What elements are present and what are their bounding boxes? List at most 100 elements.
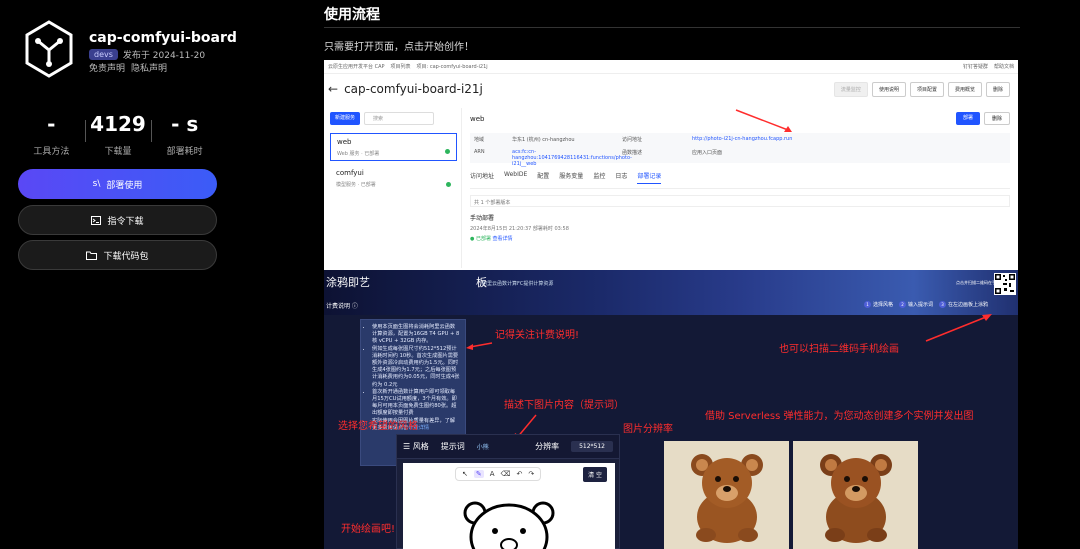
step-label: 在左边画板上涂鸦 [948, 302, 989, 308]
console-title-row: ← cap-comfyui-board-i21j [328, 82, 483, 96]
resolution-annotation: 图片分辨率 [623, 424, 673, 435]
usage-button[interactable]: 使用说明 [871, 82, 906, 97]
tab-logs[interactable]: 日志 [615, 171, 627, 184]
back-arrow-icon[interactable]: ← [328, 82, 338, 96]
legal-links: 免责声明 隐私声明 [89, 61, 167, 74]
result-gallery [664, 441, 918, 549]
deploy-button-label: 部署使用 [106, 180, 143, 191]
tab-access[interactable]: 访问地址 [470, 171, 494, 184]
privacy-link[interactable]: 隐私声明 [131, 61, 167, 74]
tab-monitor[interactable]: 监控 [593, 171, 605, 184]
step-label: 输入提示词 [908, 302, 934, 308]
billing-info-button[interactable]: 计费说明 ⓘ [326, 301, 358, 310]
step-number: 2 [899, 301, 907, 308]
page: cap-comfyui-board devs 发布于 2024-11-20 免责… [0, 0, 1080, 549]
select-tool-icon[interactable]: ↖ [462, 470, 468, 478]
bear-sketch-icon [463, 501, 555, 549]
service-sub: Web 服务 · 已部署 [337, 151, 380, 157]
access-url-link[interactable]: http://photo-i21j-cn-hangzhou.fcapp.run [692, 136, 1006, 143]
clear-canvas-button[interactable]: 清 空 [583, 467, 607, 482]
section-title: 使用流程 [324, 7, 380, 23]
app-name: cap-comfyui-board [89, 30, 237, 46]
console-topbar: 云原生应用开发平台 CAP 项目列表 项目: cap-comfyui-board… [324, 60, 1018, 74]
service-deploy-button[interactable]: 部署 [955, 112, 980, 125]
drawing-canvas[interactable]: ↖ ✎ A ⌫ ↶ ↷ 清 空 [403, 463, 615, 549]
tooltip-line: 例如生成每张图尺寸约512*512预计消耗时间约 10秒。首次生成图片需要额外资… [372, 346, 460, 389]
prompt-input[interactable]: 小熊 [477, 442, 489, 451]
code-download-label: 下载代码包 [103, 251, 149, 262]
stat-label: 下载量 [104, 147, 132, 157]
serverless-annotation: 借助 Serverless 弹性能力，为您动态创建多个实例并发出图 [705, 411, 974, 422]
tab-variables[interactable]: 服务变量 [559, 171, 583, 184]
teddy-bear-icon [820, 454, 892, 543]
service-card-comfyui[interactable]: comfyui 模型服务 · 已部署 [330, 165, 457, 193]
service-delete-button[interactable]: 删除 [983, 112, 1010, 125]
tab-config[interactable]: 配置 [537, 171, 549, 184]
meta-row: devs 发布于 2024-11-20 [89, 48, 205, 61]
tab-webide[interactable]: WebIDE [504, 171, 527, 184]
disclaimer-link[interactable]: 免责声明 [89, 61, 125, 74]
qr-annotation: 也可以扫描二维码手机绘画 [779, 344, 899, 355]
breadcrumb-item[interactable]: 云原生应用开发平台 CAP [328, 63, 385, 70]
status-dot-icon [446, 182, 451, 187]
stat-value: - [47, 112, 56, 136]
stat-label: 部署耗时 [166, 147, 203, 157]
stats-row: - 工具方法 4129 下载量 - s 部署耗时 [18, 112, 218, 158]
detail-name: web [470, 114, 485, 123]
arn-link[interactable]: acs:fc:cn-hangzhou:1041769428116431:func… [512, 149, 632, 167]
step-label: 选择风格 [873, 302, 894, 308]
pen-tool-icon[interactable]: ✎ [473, 470, 484, 478]
cli-download-label: 指令下载 [107, 216, 144, 227]
dingtalk-link[interactable]: 钉钉答疑群 [963, 63, 988, 70]
service-search-input[interactable]: 搜索 [364, 112, 435, 125]
record-title: 手动部署 [470, 215, 495, 222]
app-banner: 涂鸦即艺 板 阿里云函数计算FC提供计算资源 点击并扫描二维码在手机上使用 计费… [324, 270, 1018, 315]
info-label: 地域 [474, 137, 485, 143]
deploy-button[interactable]: s\ 部署使用 [18, 169, 217, 199]
teddy-bear-icon [691, 454, 763, 543]
editor-bar: ☰ 风格 提示词 小熊 分辨率 512*512 [397, 435, 619, 459]
billing-annotation: 记得关注计费说明! [495, 330, 580, 341]
delete-project-button[interactable]: 删除 [985, 82, 1010, 97]
result-image[interactable] [793, 441, 918, 549]
traffic-button[interactable]: 流量监控 [833, 82, 868, 97]
arrow-annotation-icon [466, 342, 493, 350]
service-card-web[interactable]: web Web 服务 · 已部署 [330, 133, 457, 161]
info-grid: 地域 华东1 (杭州) cn-hangzhou 访问地址 http://phot… [470, 133, 1010, 167]
eraser-tool-icon[interactable]: ⌫ [501, 470, 511, 478]
style-label: 风格 [412, 442, 429, 451]
help-docs-link[interactable]: 帮助文档 [994, 63, 1014, 70]
resolution-select[interactable]: 512*512 [571, 441, 613, 452]
sidebar: cap-comfyui-board devs 发布于 2024-11-20 免责… [0, 0, 237, 549]
tab-deploy-records[interactable]: 部署记录 [637, 171, 662, 184]
record-time: 2024年8月15日 21:20:37 部署耗时 03:58 [470, 226, 569, 232]
publish-date: 发布于 2024-11-20 [122, 51, 206, 61]
breadcrumb-item[interactable]: 项目列表 [391, 63, 411, 70]
info-label: 函数描述 [622, 150, 643, 156]
record-detail-link[interactable]: 查看详情 [493, 236, 513, 242]
code-download-button[interactable]: 下载代码包 [18, 240, 217, 270]
service-name: web [337, 138, 352, 146]
text-tool-icon[interactable]: A [490, 470, 495, 478]
service-name: comfyui [336, 169, 364, 177]
undo-icon[interactable]: ↶ [516, 470, 522, 478]
status-dot-icon [445, 149, 450, 154]
redo-icon[interactable]: ↷ [528, 470, 534, 478]
version-badge: devs [89, 49, 118, 60]
app-heading: 涂鸦即艺 [326, 276, 370, 289]
console-screenshot: 云原生应用开发平台 CAP 项目列表 项目: cap-comfyui-board… [324, 60, 1018, 270]
style-selector[interactable]: ☰ 风格 [403, 441, 429, 452]
intro-text: 只需要打开页面，点击开始创作！ [324, 42, 474, 53]
result-image[interactable] [664, 441, 789, 549]
qr-code-icon[interactable] [994, 273, 1016, 295]
cli-download-button[interactable]: 指令下载 [18, 205, 217, 235]
terminal-icon [91, 215, 102, 225]
title-divider [324, 27, 1020, 28]
new-service-button[interactable]: 新建服务 [330, 112, 361, 125]
stat-downloads: 4129 下载量 [84, 112, 152, 158]
project-config-button[interactable]: 项目配置 [909, 82, 944, 97]
drawing-toolbar: ↖ ✎ A ⌫ ↶ ↷ [455, 467, 542, 481]
record-status: ● 已部署 [470, 236, 491, 242]
cost-button[interactable]: 费用概览 [947, 82, 982, 97]
steps-row: 1 选择风格 2 输入提示词 3 在左边画板上涂鸦 [864, 301, 988, 308]
